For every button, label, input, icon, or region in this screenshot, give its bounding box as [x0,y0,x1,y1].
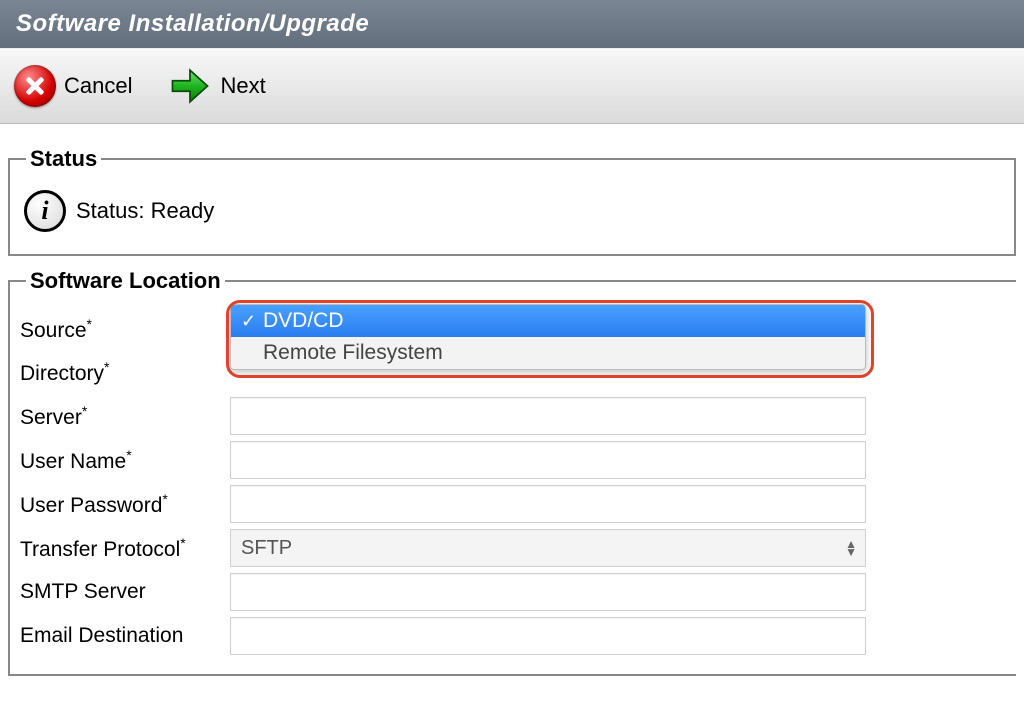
cancel-label: Cancel [64,73,132,99]
email-destination-label: Email Destination [20,624,230,648]
smtp-server-input[interactable] [230,573,866,611]
source-dropdown[interactable]: ✓ DVD/CD Remote Filesystem [230,304,866,370]
select-arrows-icon: ▲▼ [845,540,857,556]
email-destination-input[interactable] [230,617,866,655]
user-password-input[interactable] [230,485,866,523]
next-button[interactable]: Next [168,65,265,107]
source-option-remote-filesystem[interactable]: Remote Filesystem [231,337,865,369]
source-label: Source* [20,308,230,343]
cancel-icon [14,65,56,107]
source-option-dvd-cd[interactable]: ✓ DVD/CD [231,305,865,337]
server-label: Server* [20,403,230,430]
arrow-right-icon [168,65,212,107]
toolbar: Cancel Next [0,48,1024,124]
page-header: Software Installation/Upgrade [0,0,1024,48]
status-text: Status: Ready [76,198,214,224]
transfer-protocol-select[interactable]: SFTP ▲▼ [230,529,866,567]
server-input[interactable] [230,397,866,435]
cancel-button[interactable]: Cancel [14,65,132,107]
info-icon: i [24,190,66,232]
user-name-input[interactable] [230,441,866,479]
smtp-server-label: SMTP Server [20,580,230,604]
status-legend: Status [26,146,101,172]
directory-label: Directory* [20,359,230,386]
software-location-legend: Software Location [26,268,225,294]
user-name-label: User Name* [20,447,230,474]
next-label: Next [220,73,265,99]
transfer-protocol-label: Transfer Protocol* [20,535,230,562]
page-title: Software Installation/Upgrade [16,10,369,37]
status-fieldset: Status i Status: Ready [8,146,1016,256]
checkmark-icon: ✓ [241,311,263,332]
software-location-fieldset: Software Location Source* ✓ DVD/CD Remot… [8,268,1016,676]
user-password-label: User Password* [20,491,230,518]
